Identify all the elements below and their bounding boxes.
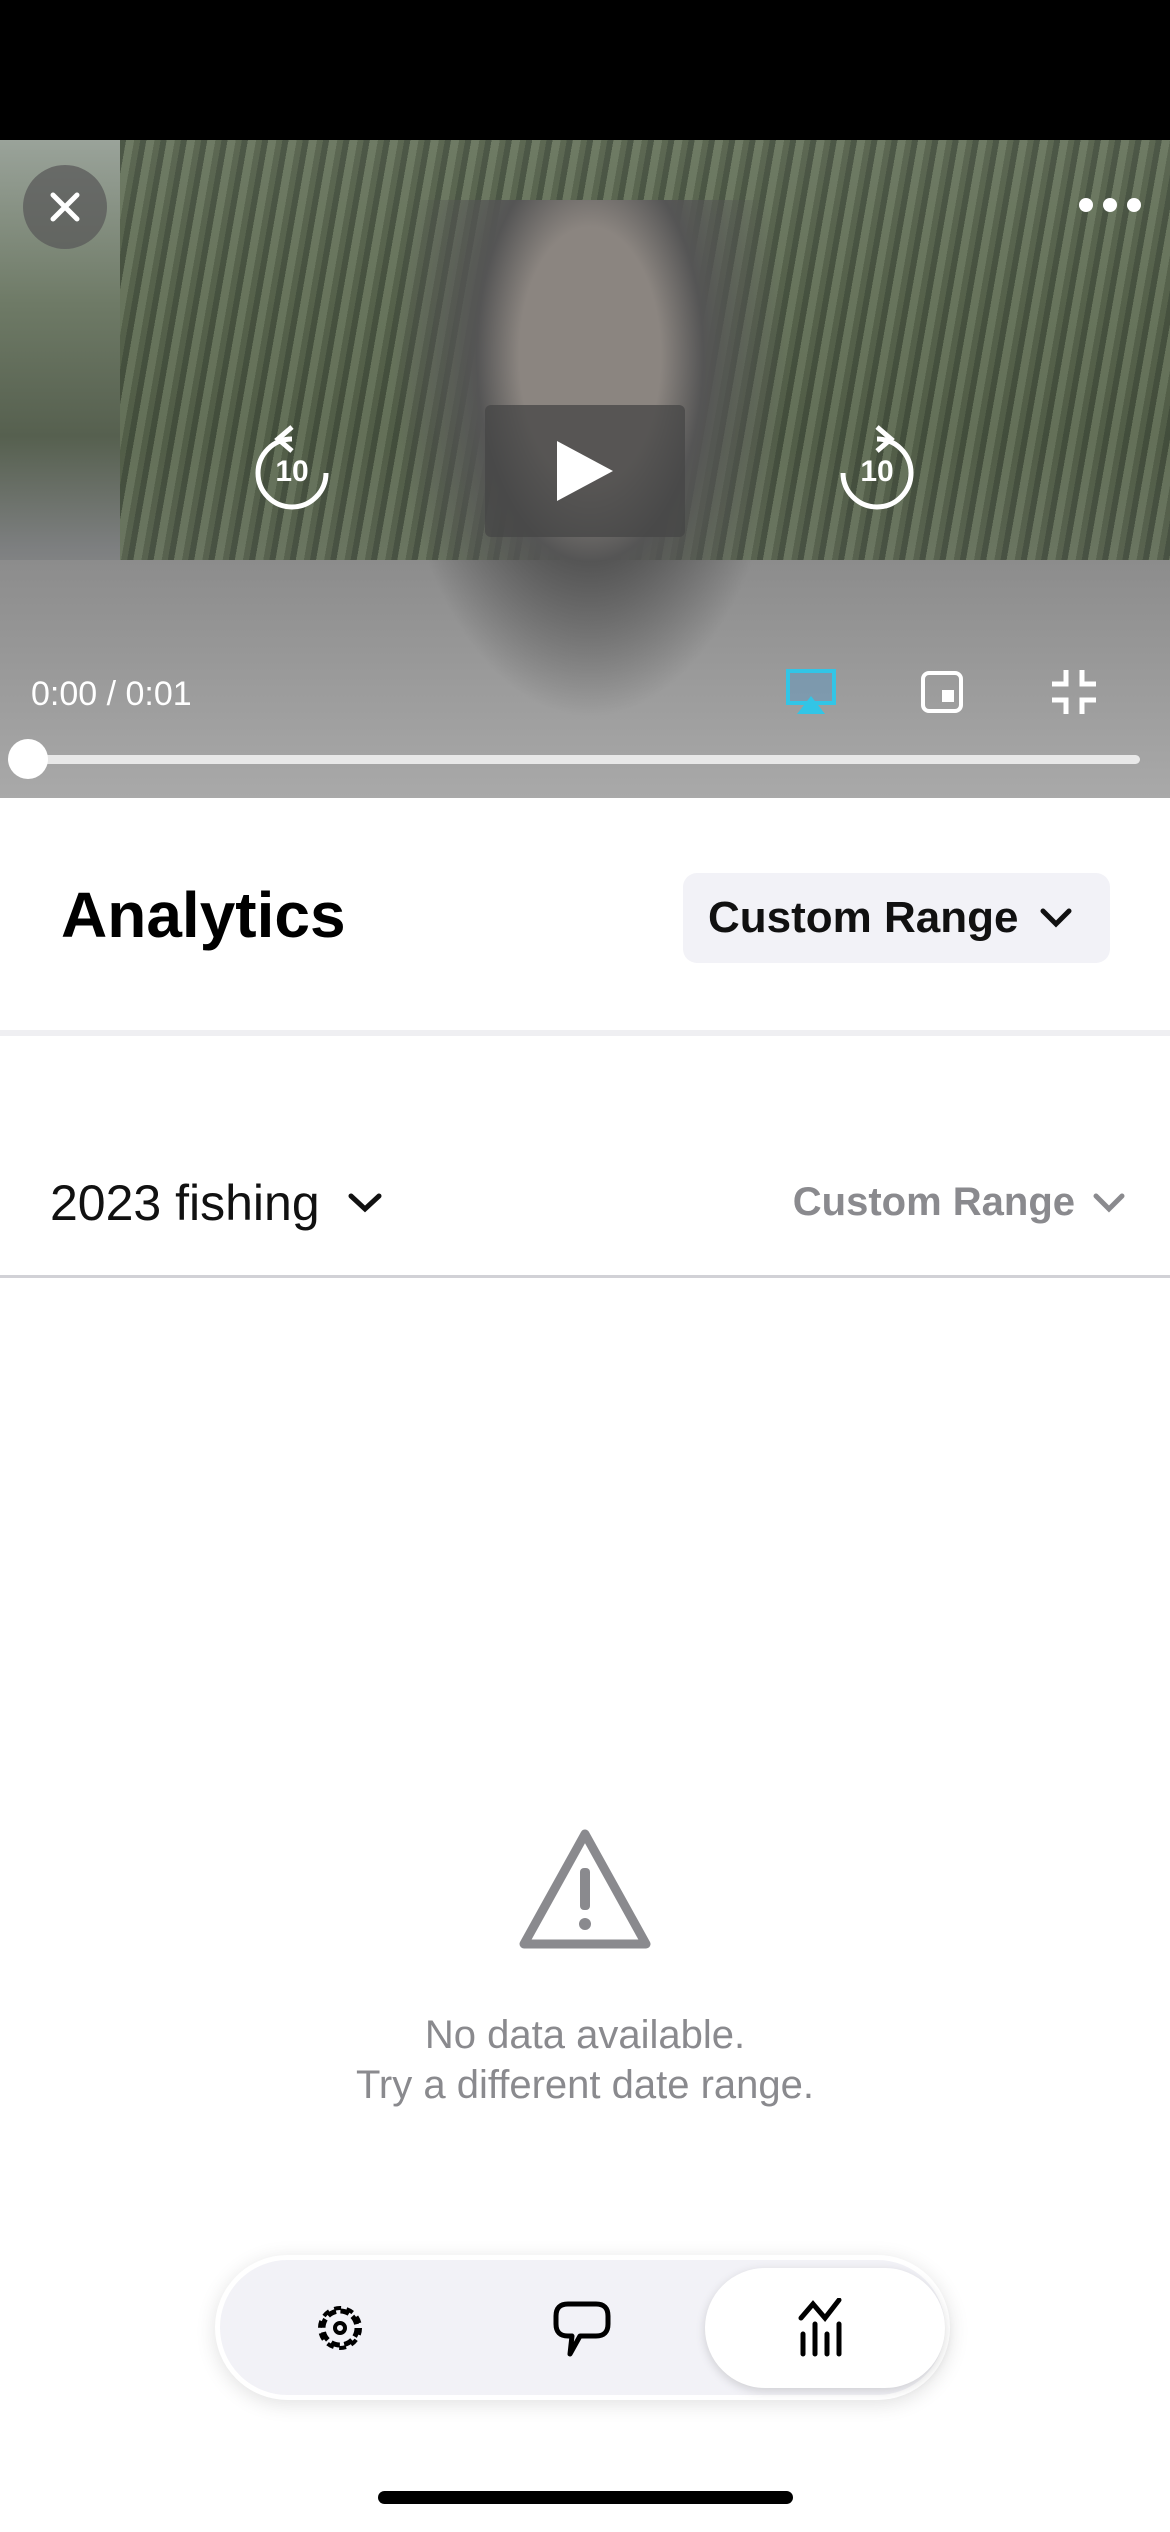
pip-icon bbox=[921, 671, 963, 713]
speech-bubble-icon bbox=[553, 2301, 611, 2357]
forward-seconds: 10 bbox=[860, 455, 894, 488]
range-selector[interactable]: Custom Range bbox=[793, 1180, 1125, 1225]
tab-bar bbox=[215, 2255, 950, 2400]
play-icon bbox=[557, 441, 613, 501]
rewind-seconds: 10 bbox=[275, 455, 309, 488]
tab-analytics[interactable] bbox=[705, 2268, 945, 2388]
collapse-icon bbox=[1052, 670, 1096, 714]
dataset-label: 2023 fishing bbox=[50, 1175, 320, 1231]
close-icon bbox=[50, 192, 80, 222]
chevron-down-icon bbox=[1040, 908, 1072, 928]
exit-fullscreen-button[interactable] bbox=[1050, 668, 1098, 721]
chevron-down-icon bbox=[1093, 1193, 1125, 1213]
airplay-button[interactable] bbox=[785, 668, 837, 721]
video-player[interactable]: 10 10 0:00 / 0:01 bbox=[0, 140, 1170, 798]
progress-thumb[interactable] bbox=[8, 739, 48, 779]
divider bbox=[0, 1275, 1170, 1278]
divider bbox=[0, 1030, 1170, 1036]
custom-range-button[interactable]: Custom Range bbox=[683, 873, 1110, 963]
empty-state-line2: Try a different date range. bbox=[355, 2063, 815, 2107]
tab-comments[interactable] bbox=[462, 2268, 702, 2388]
empty-state-message: No data available. Try a different date … bbox=[0, 2010, 1170, 2110]
forward-10-button[interactable]: 10 bbox=[837, 425, 917, 515]
analytics-chart-icon bbox=[798, 2298, 842, 2357]
airplay-icon bbox=[786, 669, 836, 714]
picture-in-picture-button[interactable] bbox=[920, 670, 964, 719]
custom-range-label: Custom Range bbox=[708, 893, 1019, 942]
home-indicator bbox=[378, 2491, 793, 2504]
empty-state-line1: No data available. bbox=[424, 2013, 746, 2057]
rewind-10-button[interactable]: 10 bbox=[252, 425, 332, 515]
playback-time: 0:00 / 0:01 bbox=[31, 675, 192, 713]
page-title: Analytics bbox=[61, 879, 346, 951]
dataset-selector[interactable]: 2023 fishing bbox=[50, 1174, 382, 1232]
status-bar bbox=[0, 0, 1170, 140]
warning-icon bbox=[519, 1829, 651, 1949]
more-dots-icon bbox=[1079, 198, 1141, 212]
close-button[interactable] bbox=[23, 165, 107, 249]
more-button[interactable] bbox=[1078, 195, 1142, 220]
progress-track[interactable] bbox=[28, 755, 1140, 764]
gear-icon bbox=[318, 2306, 362, 2350]
tab-settings[interactable] bbox=[220, 2268, 460, 2388]
play-button[interactable] bbox=[485, 405, 685, 537]
chevron-down-icon bbox=[348, 1193, 382, 1213]
range-label: Custom Range bbox=[792, 1180, 1075, 1224]
